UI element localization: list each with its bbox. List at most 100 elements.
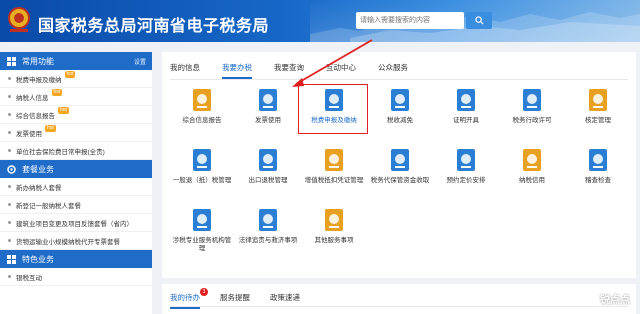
sidebar-item-label: 税费申报及缴纳 xyxy=(16,76,62,84)
watermark: 锐点点 xyxy=(585,291,630,306)
sidebar-item-label: 单位社会保险费日常申报(全责) xyxy=(16,148,105,156)
sidebar-item-label: 综合信息报告 xyxy=(16,112,55,120)
bullet-icon xyxy=(8,203,11,206)
sidebar-item-label: 新登记一般纳税人套餐 xyxy=(16,202,81,210)
service-tile[interactable]: 一般退（抵）税管理 xyxy=(170,146,234,185)
todo-panel: 我的待办 3 服务提醒 政策速递 xyxy=(162,284,636,314)
service-tile-label: 发票使用 xyxy=(255,117,281,124)
search-button[interactable] xyxy=(466,12,492,29)
service-tile[interactable]: 稽查检查 xyxy=(566,146,630,185)
sidebar-item-taxpayer-info[interactable]: 纳税人信息 hot xyxy=(0,88,152,106)
service-tile[interactable]: 综合信息报告 xyxy=(170,86,234,125)
invoice-icon xyxy=(259,89,277,111)
report-icon xyxy=(193,89,211,111)
service-tile[interactable]: 出口退税管理 xyxy=(236,146,300,185)
other-service-icon xyxy=(325,209,343,231)
watermark-logo-icon xyxy=(585,292,597,305)
bottom-tab-divider xyxy=(170,306,628,307)
legal-icon xyxy=(259,209,277,231)
grid-icon xyxy=(6,254,16,264)
hot-badge: hot xyxy=(45,125,56,132)
sidebar-item-bank-tax[interactable]: 银税互动 xyxy=(0,268,152,286)
export-refund-icon xyxy=(259,149,277,171)
hot-badge: hot xyxy=(58,107,69,114)
service-tile[interactable]: 增值税抵扣凭证管理 xyxy=(302,146,366,185)
bullet-icon xyxy=(8,185,11,188)
sidebar-item-label: 银税互动 xyxy=(16,274,42,282)
service-tile[interactable]: 纳税信用 xyxy=(500,146,564,185)
service-tile[interactable]: 预约定价安排 xyxy=(434,146,498,185)
service-tile[interactable]: 涉税专业服务机构管理 xyxy=(170,206,234,253)
service-tile-label: 出口退税管理 xyxy=(248,177,288,184)
service-tile[interactable]: 税务代保管资金收取 xyxy=(368,146,432,185)
sidebar-item-info-report[interactable]: 综合信息报告 hot xyxy=(0,106,152,124)
service-tile-label: 证明开具 xyxy=(453,117,479,124)
sidebar: 常用功能 设置 税费申报及缴纳 hot 纳税人信息 hot 综合信息报告 hot 发票… xyxy=(0,52,152,314)
bullet-icon xyxy=(8,77,11,80)
tab-divider xyxy=(170,79,628,80)
sidebar-item-construction[interactable]: 建筑业项目变更及项目反馈套餐（省内） xyxy=(0,214,152,232)
settings-link[interactable]: 设置 xyxy=(134,57,146,66)
bullet-icon xyxy=(8,149,11,152)
service-tile[interactable]: 税收减免 xyxy=(368,86,432,125)
tax-emblem-logo xyxy=(8,7,30,32)
certificate-icon xyxy=(457,89,475,111)
service-tile[interactable]: 法律追责与救济事项 xyxy=(236,206,300,245)
sidebar-item-freight[interactable]: 货物运输业小规模纳税代开专票套餐 xyxy=(0,232,152,250)
bullet-icon xyxy=(8,221,11,224)
bullet-icon xyxy=(8,113,11,116)
sidebar-item-label: 建筑业项目变更及项目反馈套餐（省内） xyxy=(16,220,133,228)
tab-label: 我的待办 xyxy=(170,293,200,302)
section-title: 特色业务 xyxy=(22,254,54,264)
service-tile[interactable]: 税务行政许可 xyxy=(500,86,564,125)
hot-badge: hot xyxy=(64,71,76,78)
sidebar-item-invoice[interactable]: 发票使用 hot xyxy=(0,124,152,142)
service-tile[interactable]: 核定管理 xyxy=(566,86,630,125)
sidebar-item-label: 新办纳税人套餐 xyxy=(16,184,62,192)
service-tile[interactable]: 其他服务事项 xyxy=(302,206,366,245)
permit-icon xyxy=(523,89,541,111)
service-tile-label: 预约定价安排 xyxy=(446,177,486,184)
sidebar-item-social-insurance[interactable]: 单位社会保险费日常申报(全责) xyxy=(0,142,152,160)
service-tile-label: 法律追责与救济事项 xyxy=(238,237,298,244)
sidebar-item-new-taxpayer[interactable]: 新办纳税人套餐 xyxy=(0,178,152,196)
service-tile-label: 涉税专业服务机构管理 xyxy=(172,237,232,252)
hot-badge: hot xyxy=(51,89,63,96)
section-header-package[interactable]: 套餐业务 xyxy=(0,160,152,178)
tab-interaction[interactable]: 互动中心 xyxy=(326,62,356,79)
service-tile-label: 综合信息报告 xyxy=(182,117,222,124)
section-header-special[interactable]: 特色业务 xyxy=(0,250,152,268)
search-icon xyxy=(474,16,484,25)
sidebar-item-tax-declaration[interactable]: 税费申报及缴纳 hot xyxy=(0,70,152,88)
bullet-icon xyxy=(8,95,11,98)
search-input[interactable] xyxy=(356,12,464,29)
refund-icon xyxy=(193,149,211,171)
section-header-common[interactable]: 常用功能 设置 xyxy=(0,52,152,70)
todo-count-badge: 3 xyxy=(200,288,208,296)
section-title: 套餐业务 xyxy=(22,164,54,174)
main-tabs: 我的信息 我要办税 我要查询 互动中心 公众服务 xyxy=(170,62,430,79)
bullet-icon xyxy=(8,131,11,134)
service-tile[interactable]: 发票使用 xyxy=(236,86,300,125)
top-header: 国家税务总局河南省电子税务局 xyxy=(0,0,640,42)
deduction-icon xyxy=(325,149,343,171)
grid-icon xyxy=(6,56,16,66)
tab-tax-handling[interactable]: 我要办税 xyxy=(222,62,252,79)
service-tile-label: 税务行政许可 xyxy=(512,117,552,124)
sidebar-item-general-taxpayer[interactable]: 新登记一般纳税人套餐 xyxy=(0,196,152,214)
service-tile-label: 税务代保管资金收取 xyxy=(370,177,430,184)
service-tile-label: 其他服务事项 xyxy=(314,237,354,244)
service-tile-label: 纳税信用 xyxy=(519,177,545,184)
inspection-icon xyxy=(589,149,607,171)
gear-icon xyxy=(6,164,16,174)
watermark-text: 锐点点 xyxy=(600,295,630,306)
search-box[interactable] xyxy=(356,12,464,29)
sidebar-item-label: 发票使用 xyxy=(16,130,42,138)
tab-public-service[interactable]: 公众服务 xyxy=(378,62,408,79)
sidebar-item-label: 货物运输业小规模纳税代开专票套餐 xyxy=(16,238,120,246)
tab-my-info[interactable]: 我的信息 xyxy=(170,62,200,79)
service-tile[interactable]: 证明开具 xyxy=(434,86,498,125)
sidebar-item-label: 纳税人信息 xyxy=(16,94,49,102)
schedule-icon xyxy=(457,149,475,171)
tab-query[interactable]: 我要查询 xyxy=(274,62,304,79)
